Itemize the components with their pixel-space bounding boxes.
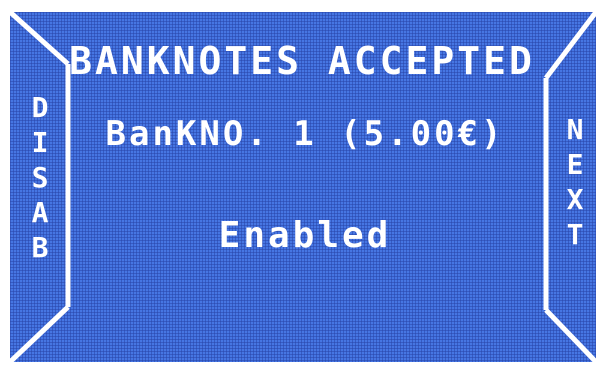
screen-title: BANKNOTES ACCEPTED: [69, 39, 535, 83]
status-text: Enabled: [218, 215, 392, 256]
next-button-letter: N: [566, 113, 584, 146]
disable-button-letter: I: [31, 126, 49, 159]
frame-line-bottom-right: [544, 308, 596, 362]
disable-button-letter: A: [31, 196, 49, 229]
frame-line-bottom-left: [10, 305, 70, 362]
next-button-letter: X: [566, 183, 584, 216]
frame-line-top-right: [544, 12, 596, 80]
lcd-screen: BANKNOTES ACCEPTED BanKNO. 1 (5.00€) Ena…: [10, 12, 596, 362]
banknote-label: BanKNO. 1 (5.00€): [105, 114, 505, 154]
disable-button-letter: B: [31, 231, 49, 264]
disable-button-letter: S: [31, 161, 49, 194]
disable-button-letter: D: [31, 91, 49, 124]
next-button[interactable]: N E X T: [555, 112, 595, 252]
next-button-letter: T: [566, 218, 584, 251]
next-button-letter: E: [566, 148, 584, 181]
frame-line-top-left: [10, 12, 70, 66]
disable-button[interactable]: D I S A B: [20, 90, 60, 265]
